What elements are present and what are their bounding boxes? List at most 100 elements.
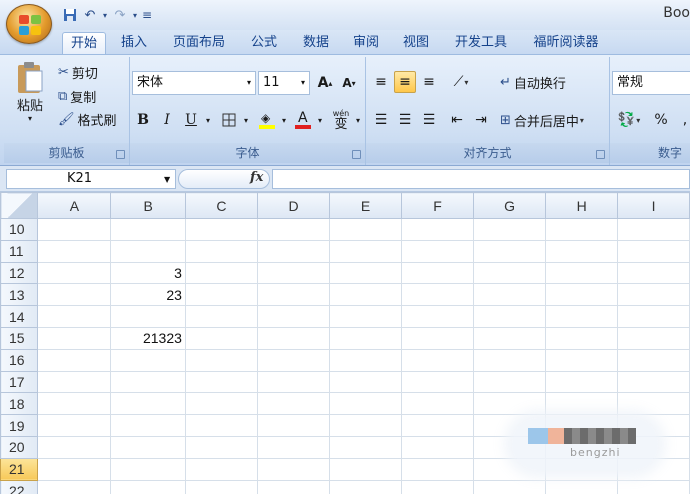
row-header[interactable]: 10 xyxy=(0,218,39,241)
cell[interactable] xyxy=(545,370,619,394)
cell[interactable] xyxy=(37,239,112,263)
cell[interactable] xyxy=(184,283,258,307)
number-format-select[interactable]: 常规 xyxy=(612,71,690,95)
cell[interactable] xyxy=(617,479,690,494)
cell[interactable] xyxy=(545,239,619,263)
cell[interactable] xyxy=(37,326,112,350)
paste-button[interactable]: 粘贴 ▾ xyxy=(10,61,50,135)
select-all-corner[interactable] xyxy=(0,192,39,219)
cell[interactable] xyxy=(401,305,475,328)
cell[interactable] xyxy=(617,218,690,241)
cell[interactable] xyxy=(473,392,547,416)
tab-home[interactable]: 开始 xyxy=(62,32,106,54)
cell[interactable] xyxy=(256,457,331,481)
cell[interactable] xyxy=(617,305,690,328)
cell[interactable] xyxy=(329,261,403,285)
cell[interactable] xyxy=(617,283,690,307)
align-left-button[interactable]: ☰ xyxy=(370,109,392,131)
cell[interactable] xyxy=(37,392,112,416)
cell[interactable] xyxy=(401,457,475,481)
column-header-e[interactable]: E xyxy=(329,192,403,219)
row-header[interactable]: 19 xyxy=(0,414,39,437)
orientation-button[interactable]: ⟋ ▾ xyxy=(446,71,476,93)
cell[interactable] xyxy=(110,239,186,263)
cell[interactable] xyxy=(473,218,547,241)
cell[interactable] xyxy=(184,457,258,481)
column-header-b[interactable]: B xyxy=(110,192,186,219)
cell[interactable] xyxy=(37,479,112,494)
phonetic-dropdown-icon[interactable]: ▾ xyxy=(352,109,364,131)
cell[interactable] xyxy=(329,392,403,416)
align-bottom-button[interactable]: ≡ xyxy=(418,71,440,93)
cell[interactable] xyxy=(184,370,258,394)
cell[interactable] xyxy=(110,305,186,328)
cell[interactable] xyxy=(545,218,619,241)
cell[interactable] xyxy=(401,348,475,372)
cell[interactable] xyxy=(184,435,258,459)
merge-center-button[interactable]: ⊞ 合并后居中 ▾ xyxy=(500,111,584,130)
cell[interactable] xyxy=(110,370,186,394)
tab-page-layout[interactable]: 页面布局 xyxy=(164,32,234,54)
fill-color-button[interactable]: ◈ xyxy=(256,109,278,131)
cell[interactable] xyxy=(256,414,331,437)
wrap-text-button[interactable]: ↵ 自动换行 xyxy=(500,73,566,92)
cell[interactable] xyxy=(473,479,547,494)
cell[interactable] xyxy=(37,305,112,328)
cell[interactable] xyxy=(37,261,112,285)
cell[interactable] xyxy=(256,305,331,328)
cut-button[interactable]: ✂ 剪切 xyxy=(58,63,98,82)
tab-foxit-reader[interactable]: 福昕阅读器 xyxy=(524,32,608,54)
row-header[interactable]: 13 xyxy=(0,283,39,307)
cell[interactable] xyxy=(401,218,475,241)
column-header-g[interactable]: G xyxy=(473,192,547,219)
alignment-launcher-icon[interactable] xyxy=(596,150,605,159)
row-header[interactable]: 18 xyxy=(0,392,39,416)
cell[interactable] xyxy=(329,348,403,372)
font-name-select[interactable]: 宋体 ▾ xyxy=(132,71,256,95)
cell[interactable] xyxy=(256,435,331,459)
percent-button[interactable]: % xyxy=(650,109,672,131)
cell[interactable] xyxy=(401,479,475,494)
cell[interactable] xyxy=(37,283,112,307)
column-header-h[interactable]: H xyxy=(545,192,619,219)
cell[interactable] xyxy=(110,392,186,416)
cell[interactable] xyxy=(256,348,331,372)
column-header-c[interactable]: C xyxy=(184,192,258,219)
name-box[interactable]: K21 xyxy=(6,169,176,189)
cell[interactable] xyxy=(110,479,186,494)
cell[interactable] xyxy=(473,261,547,285)
cell[interactable] xyxy=(184,305,258,328)
align-top-button[interactable]: ≡ xyxy=(370,71,392,93)
cell[interactable] xyxy=(329,305,403,328)
undo-dropdown-icon[interactable]: ▾ xyxy=(100,6,110,24)
cell[interactable]: 3 xyxy=(110,261,186,285)
shrink-font-button[interactable]: A ▾ xyxy=(338,72,360,94)
align-center-button[interactable]: ☰ xyxy=(394,109,416,131)
cell[interactable] xyxy=(184,326,258,350)
cell[interactable] xyxy=(473,239,547,263)
tab-insert[interactable]: 插入 xyxy=(112,32,156,54)
cell[interactable] xyxy=(545,283,619,307)
cell[interactable] xyxy=(110,435,186,459)
cell[interactable] xyxy=(256,392,331,416)
cell[interactable] xyxy=(401,326,475,350)
tab-view[interactable]: 视图 xyxy=(394,32,438,54)
cell[interactable] xyxy=(110,218,186,241)
format-painter-button[interactable]: 🖌 格式刷 xyxy=(58,110,117,129)
cell[interactable] xyxy=(184,479,258,494)
cell[interactable] xyxy=(617,370,690,394)
cell[interactable] xyxy=(473,283,547,307)
insert-function-icon[interactable]: fx xyxy=(250,170,263,185)
cell[interactable] xyxy=(184,261,258,285)
font-size-select[interactable]: 11 ▾ xyxy=(258,71,310,95)
row-header[interactable]: 12 xyxy=(0,261,39,285)
cell[interactable] xyxy=(37,218,112,241)
cell[interactable] xyxy=(184,239,258,263)
cell[interactable] xyxy=(473,305,547,328)
cell[interactable] xyxy=(401,414,475,437)
row-header[interactable]: 20 xyxy=(0,435,39,459)
grow-font-button[interactable]: A ▴ xyxy=(314,72,336,94)
cell[interactable] xyxy=(256,218,331,241)
cell[interactable] xyxy=(617,348,690,372)
cell[interactable] xyxy=(256,261,331,285)
